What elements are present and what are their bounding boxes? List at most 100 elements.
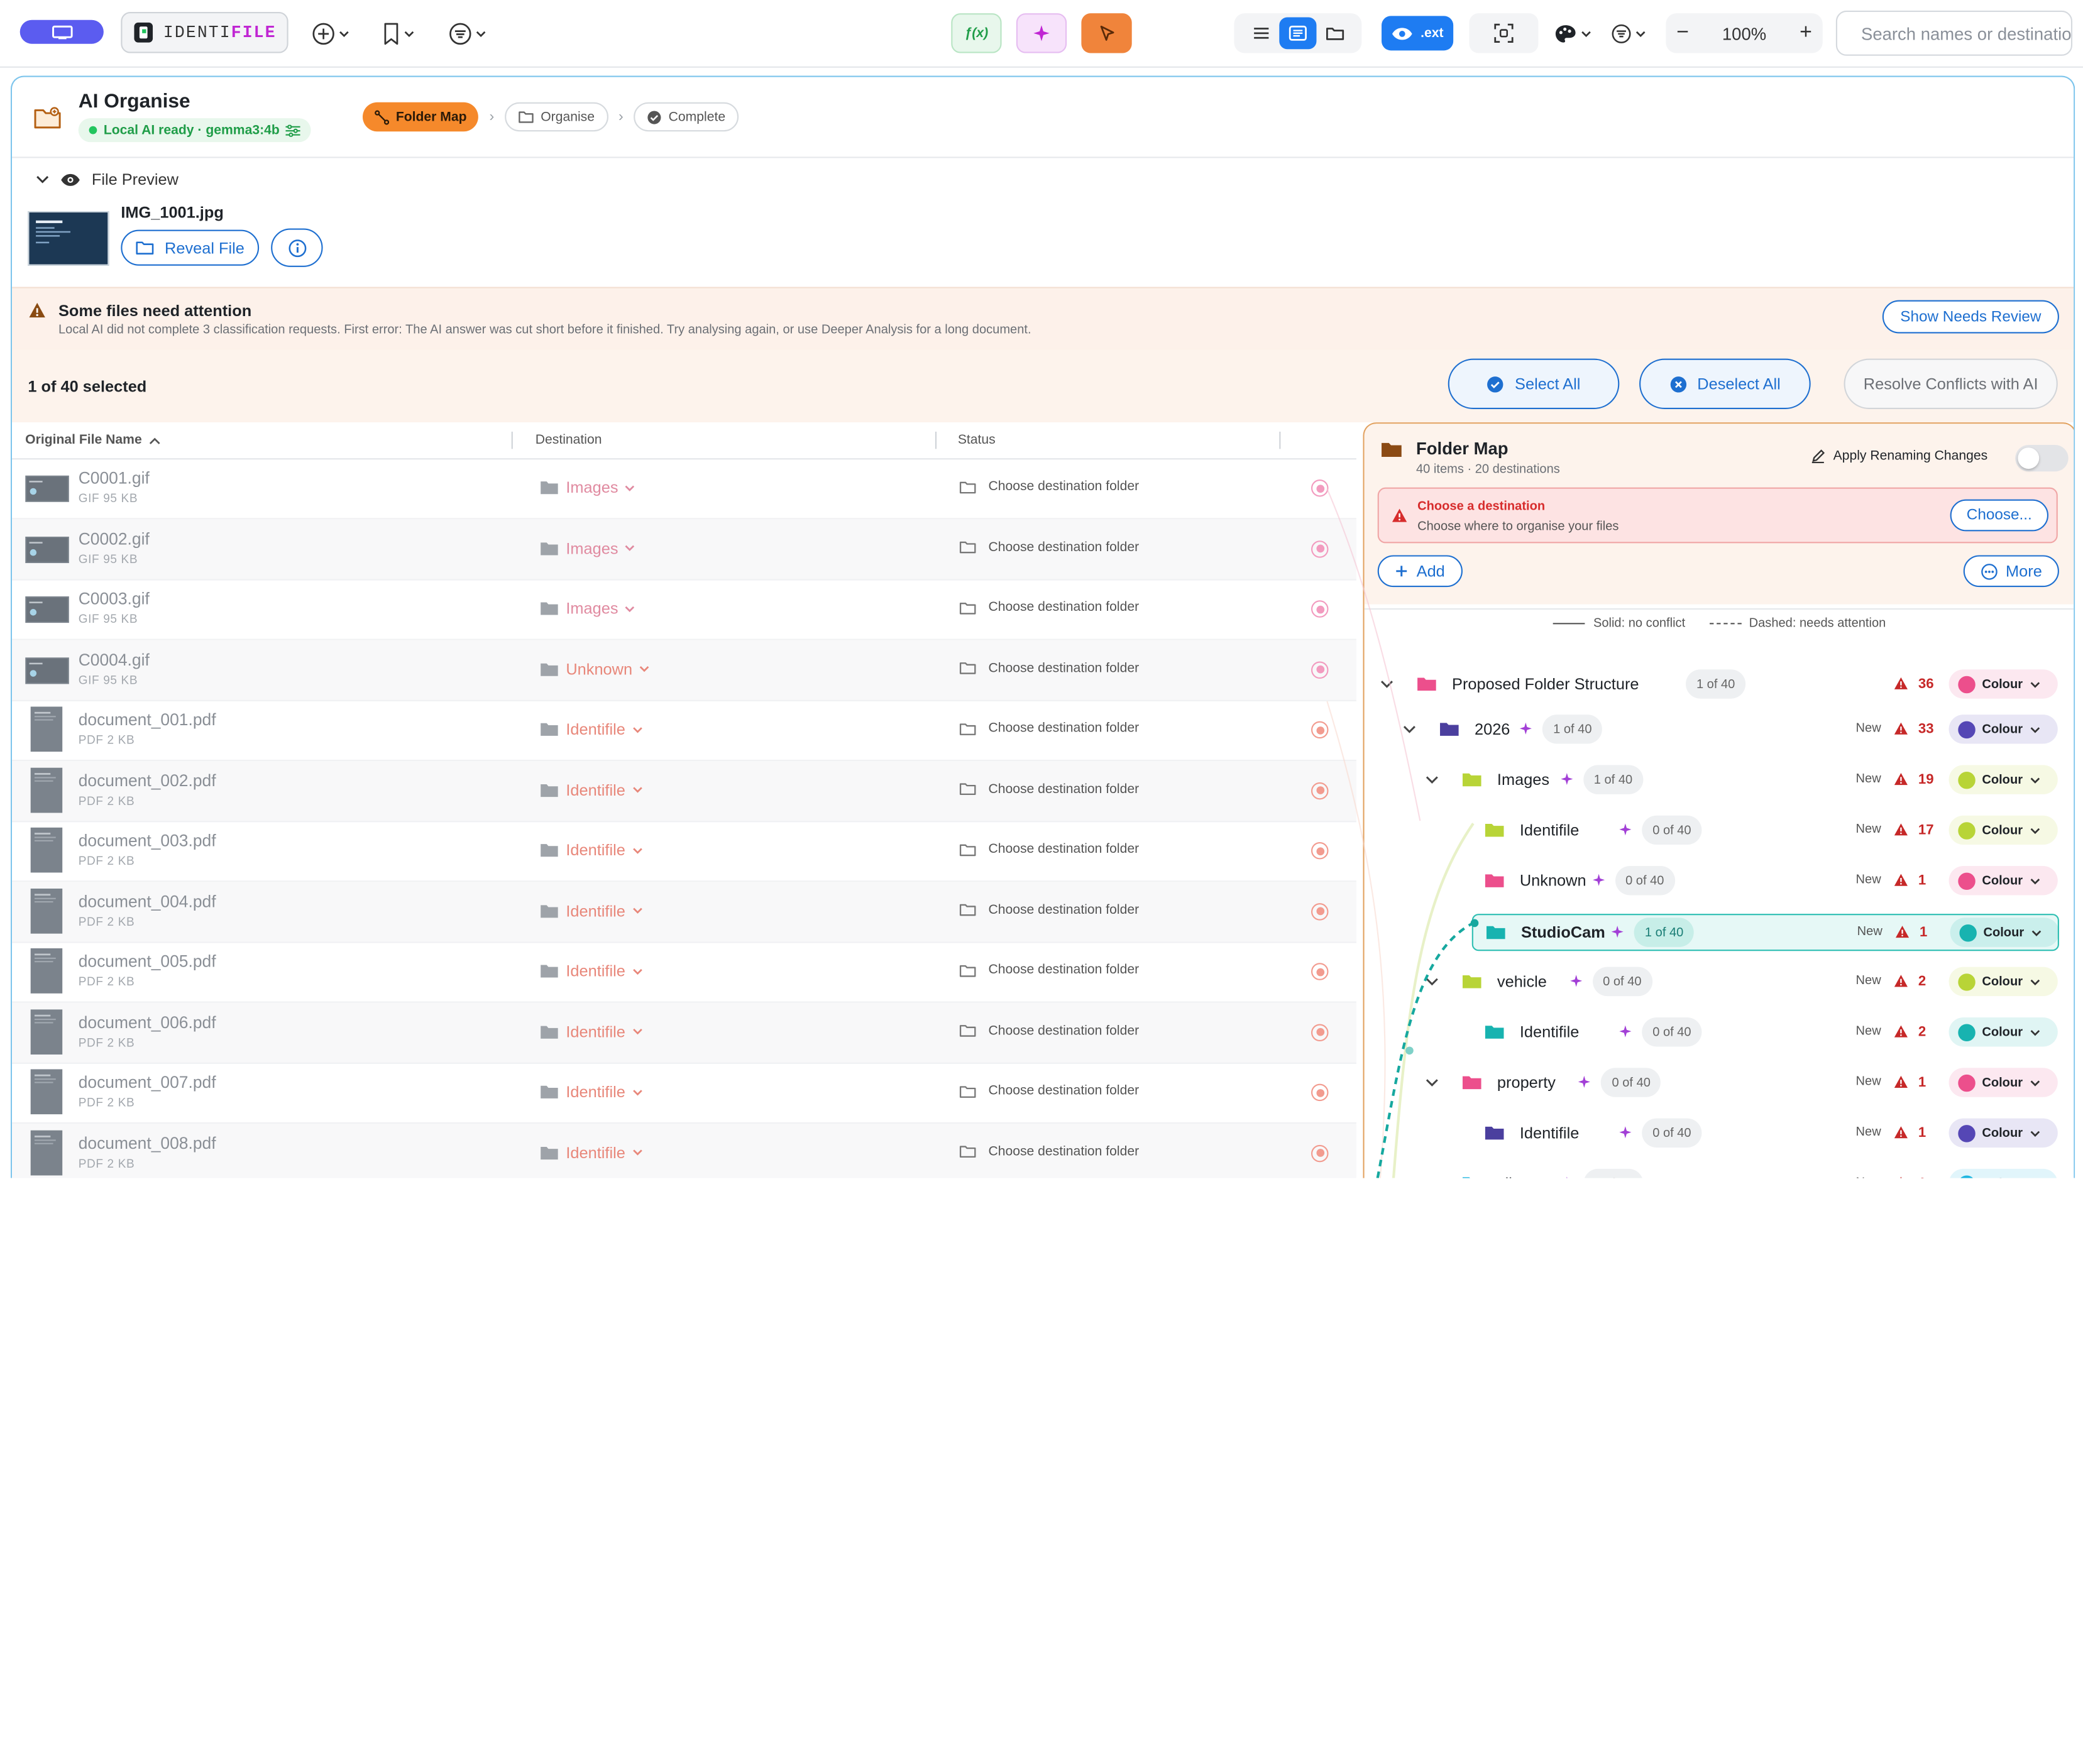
folder-tree-node[interactable]: Proposed Folder Structure 1 of 40 36 Colour	[1365, 663, 2074, 711]
colour-dropdown[interactable]: Colour	[1948, 866, 2058, 896]
colour-dropdown[interactable]: Colour	[1948, 967, 2058, 997]
status-cell[interactable]: Choose destination folder	[959, 721, 1139, 736]
destination-dropdown[interactable]: Images	[539, 599, 635, 618]
link-anchor-dot[interactable]	[1311, 540, 1329, 557]
folder-tree-node[interactable]: Identifile 0 of 40 New 1 Colour	[1365, 1112, 2074, 1159]
link-anchor-dot[interactable]	[1311, 781, 1329, 799]
chevron-down-icon[interactable]	[1426, 775, 1439, 785]
table-row[interactable]: document_002.pdf PDF 2 KB Identifile Choose…	[12, 760, 1356, 822]
chevron-down-icon[interactable]	[1380, 680, 1393, 689]
reveal-file-button[interactable]: Reveal File	[121, 229, 260, 266]
link-anchor-dot[interactable]	[1311, 1083, 1329, 1102]
colour-dropdown[interactable]: Colour	[1948, 1017, 2058, 1047]
table-row[interactable]: document_003.pdf PDF 2 KB Identifile Choose…	[12, 821, 1356, 882]
deselect-all-button[interactable]: Deselect All	[1639, 358, 1811, 409]
destination-dropdown[interactable]: Identifile	[539, 1083, 642, 1101]
folder-tree-node[interactable]: client 0 of 40 New 1 Colour	[1365, 1162, 2074, 1178]
link-anchor-dot[interactable]	[1311, 479, 1329, 497]
filter-menu-button[interactable]	[438, 12, 497, 55]
colour-dropdown[interactable]: Colour	[1948, 715, 2058, 744]
destination-dropdown[interactable]: Identifile	[539, 901, 642, 920]
step-complete[interactable]: Complete	[634, 102, 739, 132]
show-extensions-toggle[interactable]: .ext	[1382, 16, 1454, 51]
formula-button[interactable]: ƒ(x)	[951, 13, 1002, 53]
colour-dropdown[interactable]: Colour	[1948, 765, 2058, 794]
column-divider[interactable]	[1279, 431, 1281, 449]
link-anchor-dot[interactable]	[1311, 963, 1329, 980]
status-cell[interactable]: Choose destination folder	[959, 600, 1139, 615]
cursor-mode-button[interactable]	[1081, 13, 1132, 53]
add-folder-button[interactable]: Add	[1377, 555, 1463, 588]
colour-dropdown[interactable]: Colour	[1948, 1068, 2058, 1097]
colour-dropdown[interactable]: Colour	[1948, 1168, 2058, 1178]
more-options-button[interactable]: More	[1963, 555, 2059, 588]
status-cell[interactable]: Choose destination folder	[959, 842, 1139, 857]
status-cell[interactable]: Choose destination folder	[959, 660, 1139, 676]
destination-dropdown[interactable]: Identifile	[539, 961, 642, 980]
theme-menu-button[interactable]	[1544, 12, 1602, 55]
column-divider[interactable]	[935, 431, 937, 449]
ai-status-badge[interactable]: Local AI ready · gemma3:4b	[78, 118, 312, 143]
step-organise[interactable]: Organise	[505, 102, 608, 132]
folder-tree-node[interactable]: Images 1 of 40 New 19 Colour	[1365, 759, 2074, 806]
brand-logo[interactable]: IDENTIFILE	[121, 12, 289, 53]
colour-dropdown[interactable]: Colour	[1948, 1118, 2058, 1148]
status-cell[interactable]: Choose destination folder	[959, 782, 1139, 796]
list-view-button[interactable]	[1242, 17, 1279, 49]
table-row[interactable]: document_004.pdf PDF 2 KB Identifile Choose…	[12, 881, 1356, 943]
colour-dropdown[interactable]: Colour	[1948, 669, 2058, 699]
show-needs-review-button[interactable]: Show Needs Review	[1882, 300, 2059, 334]
folder-tree-node[interactable]: Unknown 0 of 40 New 1 Colour	[1365, 859, 2074, 907]
chevron-down-icon[interactable]	[1403, 725, 1416, 735]
search-box[interactable]: Search names or destinations	[1835, 10, 2073, 56]
folder-tree-node[interactable]: 2026 1 of 40 New 33 Colour	[1365, 708, 2074, 755]
column-divider[interactable]	[511, 431, 513, 449]
file-preview-toggle[interactable]: File Preview	[36, 170, 179, 189]
resolve-conflicts-button[interactable]: Resolve Conflicts with AI	[1844, 358, 2058, 409]
folder-tree-node[interactable]: Identifile 0 of 40 New 17 Colour	[1365, 809, 2074, 857]
table-row[interactable]: document_005.pdf PDF 2 KB Identifile Choose…	[12, 941, 1356, 1003]
destination-dropdown[interactable]: Unknown	[539, 659, 649, 678]
chevron-down-icon[interactable]	[1426, 978, 1439, 987]
status-cell[interactable]: Choose destination folder	[959, 902, 1139, 917]
select-all-button[interactable]: Select All	[1448, 358, 1620, 409]
sort-menu-button[interactable]	[1605, 12, 1652, 55]
destination-dropdown[interactable]: Identifile	[539, 1143, 642, 1161]
folder-view-button[interactable]	[1316, 17, 1353, 49]
status-cell[interactable]: Choose destination folder	[959, 1023, 1139, 1038]
table-row[interactable]: document_001.pdf PDF 2 KB Identifile Choose…	[12, 700, 1356, 762]
table-row[interactable]: C0001.gif GIF 95 KB Images Choose destinati…	[12, 458, 1356, 520]
destination-dropdown[interactable]: Identifile	[539, 1022, 642, 1041]
status-cell[interactable]: Choose destination folder	[959, 963, 1139, 978]
column-original-name[interactable]: Original File Name	[25, 433, 160, 447]
colour-dropdown[interactable]: Colour	[1948, 815, 2058, 845]
folder-tree-node[interactable]: vehicle 0 of 40 New 2 Colour	[1365, 960, 2074, 1008]
status-cell[interactable]: Choose destination folder	[959, 479, 1139, 494]
column-destination[interactable]: Destination	[536, 433, 602, 447]
status-cell[interactable]: Choose destination folder	[959, 540, 1139, 554]
colour-dropdown[interactable]: Colour	[1950, 918, 2059, 947]
destination-dropdown[interactable]: Images	[539, 539, 635, 557]
link-anchor-dot[interactable]	[1311, 721, 1329, 739]
file-info-button[interactable]	[271, 228, 323, 267]
table-row[interactable]: document_006.pdf PDF 2 KB Identifile Choose…	[12, 1002, 1356, 1063]
zoom-in-button[interactable]: +	[1800, 21, 1812, 45]
table-row[interactable]: C0003.gif GIF 95 KB Images Choose destinati…	[12, 579, 1356, 640]
apply-renaming-toggle[interactable]	[2015, 445, 2069, 472]
table-row[interactable]: document_008.pdf PDF 2 KB Identifile Choose…	[12, 1122, 1356, 1178]
search-input[interactable]: Search names or destinations	[1861, 23, 2071, 43]
add-menu-button[interactable]	[303, 12, 359, 55]
table-row[interactable]: C0002.gif GIF 95 KB Images Choose destinati…	[12, 518, 1356, 580]
folder-tree-node[interactable]: Identifile 0 of 40 New 2 Colour	[1365, 1011, 2074, 1058]
link-anchor-dot[interactable]	[1311, 1144, 1329, 1162]
link-anchor-dot[interactable]	[1311, 600, 1329, 618]
table-row[interactable]: C0004.gif GIF 95 KB Unknown Choose destinat…	[12, 639, 1356, 701]
choose-destination-button[interactable]: Choose...	[1950, 499, 2049, 532]
folder-tree-node[interactable]: property 0 of 40 New 1 Colour	[1365, 1061, 2074, 1109]
link-anchor-dot[interactable]	[1311, 660, 1329, 678]
status-cell[interactable]: Choose destination folder	[959, 1144, 1139, 1159]
destination-dropdown[interactable]: Identifile	[539, 781, 642, 799]
status-cell[interactable]: Choose destination folder	[959, 1084, 1139, 1098]
column-status[interactable]: Status	[958, 433, 996, 447]
destination-dropdown[interactable]: Identifile	[539, 841, 642, 859]
